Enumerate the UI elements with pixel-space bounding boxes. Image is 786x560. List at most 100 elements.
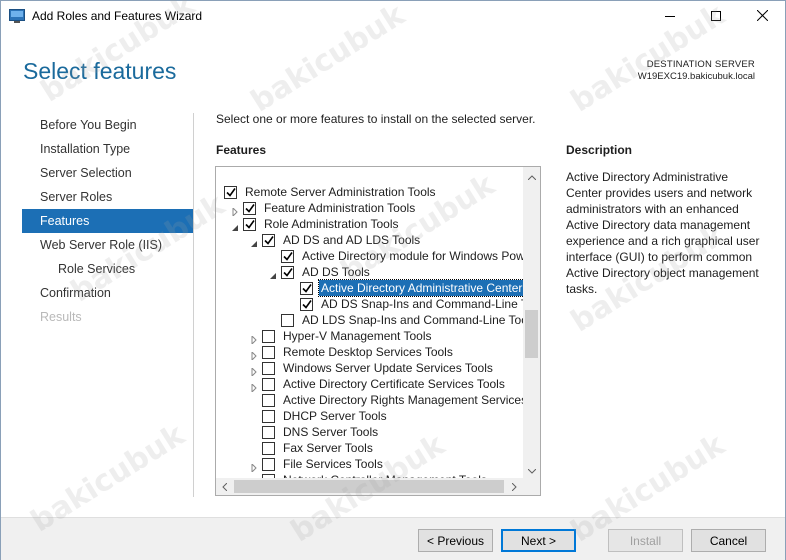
tree-item[interactable]: Fax Server Tools: [216, 440, 523, 456]
tree-item-label: Fax Server Tools: [283, 441, 373, 455]
scroll-up-button[interactable]: [523, 167, 540, 184]
checkbox-unchecked[interactable]: [262, 410, 275, 423]
wizard-window: Add Roles and Features Wizard Select fea…: [0, 0, 786, 560]
close-button[interactable]: [739, 1, 785, 32]
horizontal-scrollbar[interactable]: [216, 478, 540, 495]
checkmark-icon: [264, 236, 274, 245]
horizontal-scroll-thumb[interactable]: [234, 480, 504, 493]
tree-item-label: Feature Administration Tools: [264, 201, 416, 215]
instruction-text: Select one or more features to install o…: [216, 112, 536, 126]
checkbox-unchecked[interactable]: [262, 330, 275, 343]
tree-item-label: File Services Tools: [283, 457, 383, 471]
checkbox-unchecked[interactable]: [281, 314, 294, 327]
minimize-icon: [665, 10, 675, 24]
nav-item-role-services[interactable]: Role Services: [22, 257, 193, 281]
checkmark-icon: [245, 220, 255, 229]
tree-expanded-icon[interactable]: [269, 268, 277, 279]
close-icon: [756, 9, 768, 24]
destination-label: DESTINATION SERVER: [646, 59, 755, 70]
checkbox-unchecked[interactable]: [262, 442, 275, 455]
checkbox-unchecked[interactable]: [262, 458, 275, 471]
tree-item-label: Role Administration Tools: [264, 217, 399, 231]
tree-collapsed-icon[interactable]: [250, 380, 258, 394]
tree-collapsed-icon[interactable]: [231, 204, 239, 218]
title-bar[interactable]: Add Roles and Features Wizard: [1, 1, 785, 32]
scroll-left-button[interactable]: [216, 478, 233, 495]
tree-item-label: Active Directory Certificate Services To…: [283, 377, 505, 391]
checkmark-icon: [226, 188, 236, 197]
tree-item-label: AD LDS Snap-Ins and Command-Line Tools: [302, 313, 523, 327]
checkbox-checked[interactable]: [262, 234, 275, 247]
tree-item[interactable]: Feature Administration Tools: [216, 200, 523, 218]
destination-server-info: DESTINATION SERVER W19EXC19.bakicubuk.lo…: [638, 59, 755, 83]
nav-item-server-selection[interactable]: Server Selection: [22, 161, 193, 185]
tree-collapsed-icon[interactable]: [250, 460, 258, 474]
tree-item[interactable]: Active Directory Certificate Services To…: [216, 376, 523, 394]
install-button: Install: [608, 529, 683, 552]
chevron-down-icon: [527, 463, 536, 477]
tree-item-label: DNS Server Tools: [283, 425, 379, 439]
tree-item[interactable]: Active Directory module for Windows Powe…: [216, 248, 523, 264]
tree-item[interactable]: Remote Server Administration Tools: [216, 184, 523, 200]
previous-button[interactable]: < Previous: [418, 529, 493, 552]
tree-item[interactable]: Role Administration Tools: [216, 216, 523, 232]
nav-item-features[interactable]: Features: [22, 209, 193, 233]
tree-expanded-icon[interactable]: [231, 220, 239, 231]
tree-item[interactable]: Windows Server Update Services Tools: [216, 360, 523, 378]
checkbox-unchecked[interactable]: [262, 426, 275, 439]
tree-item[interactable]: Remote Desktop Services Tools: [216, 344, 523, 362]
tree-item-label: Remote Desktop Services Tools: [283, 345, 453, 359]
vertical-scrollbar[interactable]: [523, 167, 540, 478]
checkbox-unchecked[interactable]: [262, 346, 275, 359]
chevron-up-icon: [527, 169, 536, 183]
checkbox-checked[interactable]: [300, 298, 313, 311]
checkbox-checked[interactable]: [224, 186, 237, 199]
tree-item[interactable]: Hyper-V Management Tools: [216, 328, 523, 346]
features-tree[interactable]: Remote Server Administration Tools Featur…: [215, 166, 541, 496]
maximize-button[interactable]: [693, 1, 739, 32]
tree-item[interactable]: AD DS Snap-Ins and Command-Line Tools: [216, 296, 523, 312]
nav-item-confirmation[interactable]: Confirmation: [22, 281, 193, 305]
checkbox-unchecked[interactable]: [262, 362, 275, 375]
description-heading: Description: [566, 143, 633, 157]
tree-item[interactable]: Active Directory Rights Management Servi…: [216, 392, 523, 408]
tree-item[interactable]: DNS Server Tools: [216, 424, 523, 440]
tree-item-label: AD DS Tools: [302, 265, 370, 279]
tree-item-label: AD DS Snap-Ins and Command-Line Tools: [321, 297, 523, 311]
nav-item-before-you-begin[interactable]: Before You Begin: [22, 113, 193, 137]
scroll-down-button[interactable]: [523, 461, 540, 478]
scroll-right-button[interactable]: [506, 478, 523, 495]
tree-item-label: DHCP Server Tools: [283, 409, 387, 423]
checkbox-checked[interactable]: [281, 266, 294, 279]
chevron-left-icon: [222, 480, 228, 494]
nav-item-server-roles[interactable]: Server Roles: [22, 185, 193, 209]
tree-item[interactable]: AD DS and AD LDS Tools: [216, 232, 523, 248]
tree-collapsed-icon[interactable]: [250, 348, 258, 362]
tree-item[interactable]: Active Directory Administrative Center: [216, 279, 523, 297]
tree-item[interactable]: DHCP Server Tools: [216, 408, 523, 424]
checkbox-checked[interactable]: [281, 250, 294, 263]
features-tree-items: Remote Server Administration Tools Featur…: [216, 176, 523, 485]
minimize-button[interactable]: [647, 1, 693, 32]
tree-expanded-icon[interactable]: [250, 236, 258, 247]
checkbox-unchecked[interactable]: [262, 378, 275, 391]
checkbox-checked[interactable]: [243, 202, 256, 215]
tree-collapsed-icon[interactable]: [250, 364, 258, 378]
tree-collapsed-icon[interactable]: [250, 332, 258, 346]
tree-item[interactable]: AD LDS Snap-Ins and Command-Line Tools: [216, 312, 523, 328]
vertical-scroll-thumb[interactable]: [525, 310, 538, 358]
checkbox-checked[interactable]: [243, 218, 256, 231]
tree-item[interactable]: File Services Tools: [216, 456, 523, 474]
checkbox-unchecked[interactable]: [262, 394, 275, 407]
nav-item-web-server-role[interactable]: Web Server Role (IIS): [22, 233, 193, 257]
nav-item-installation-type[interactable]: Installation Type: [22, 137, 193, 161]
nav-divider: [193, 113, 194, 497]
wizard-footer: < Previous Next > Install Cancel: [1, 517, 785, 560]
checkbox-checked[interactable]: [300, 282, 313, 295]
description-text: Active Directory Administrative Center p…: [566, 170, 760, 296]
tree-item-label: Active Directory Rights Management Servi…: [283, 393, 523, 407]
cancel-button[interactable]: Cancel: [691, 529, 766, 552]
tree-item[interactable]: AD DS Tools: [216, 264, 523, 280]
next-button[interactable]: Next >: [501, 529, 576, 552]
tree-item-label: Active Directory Administrative Center: [317, 279, 523, 297]
